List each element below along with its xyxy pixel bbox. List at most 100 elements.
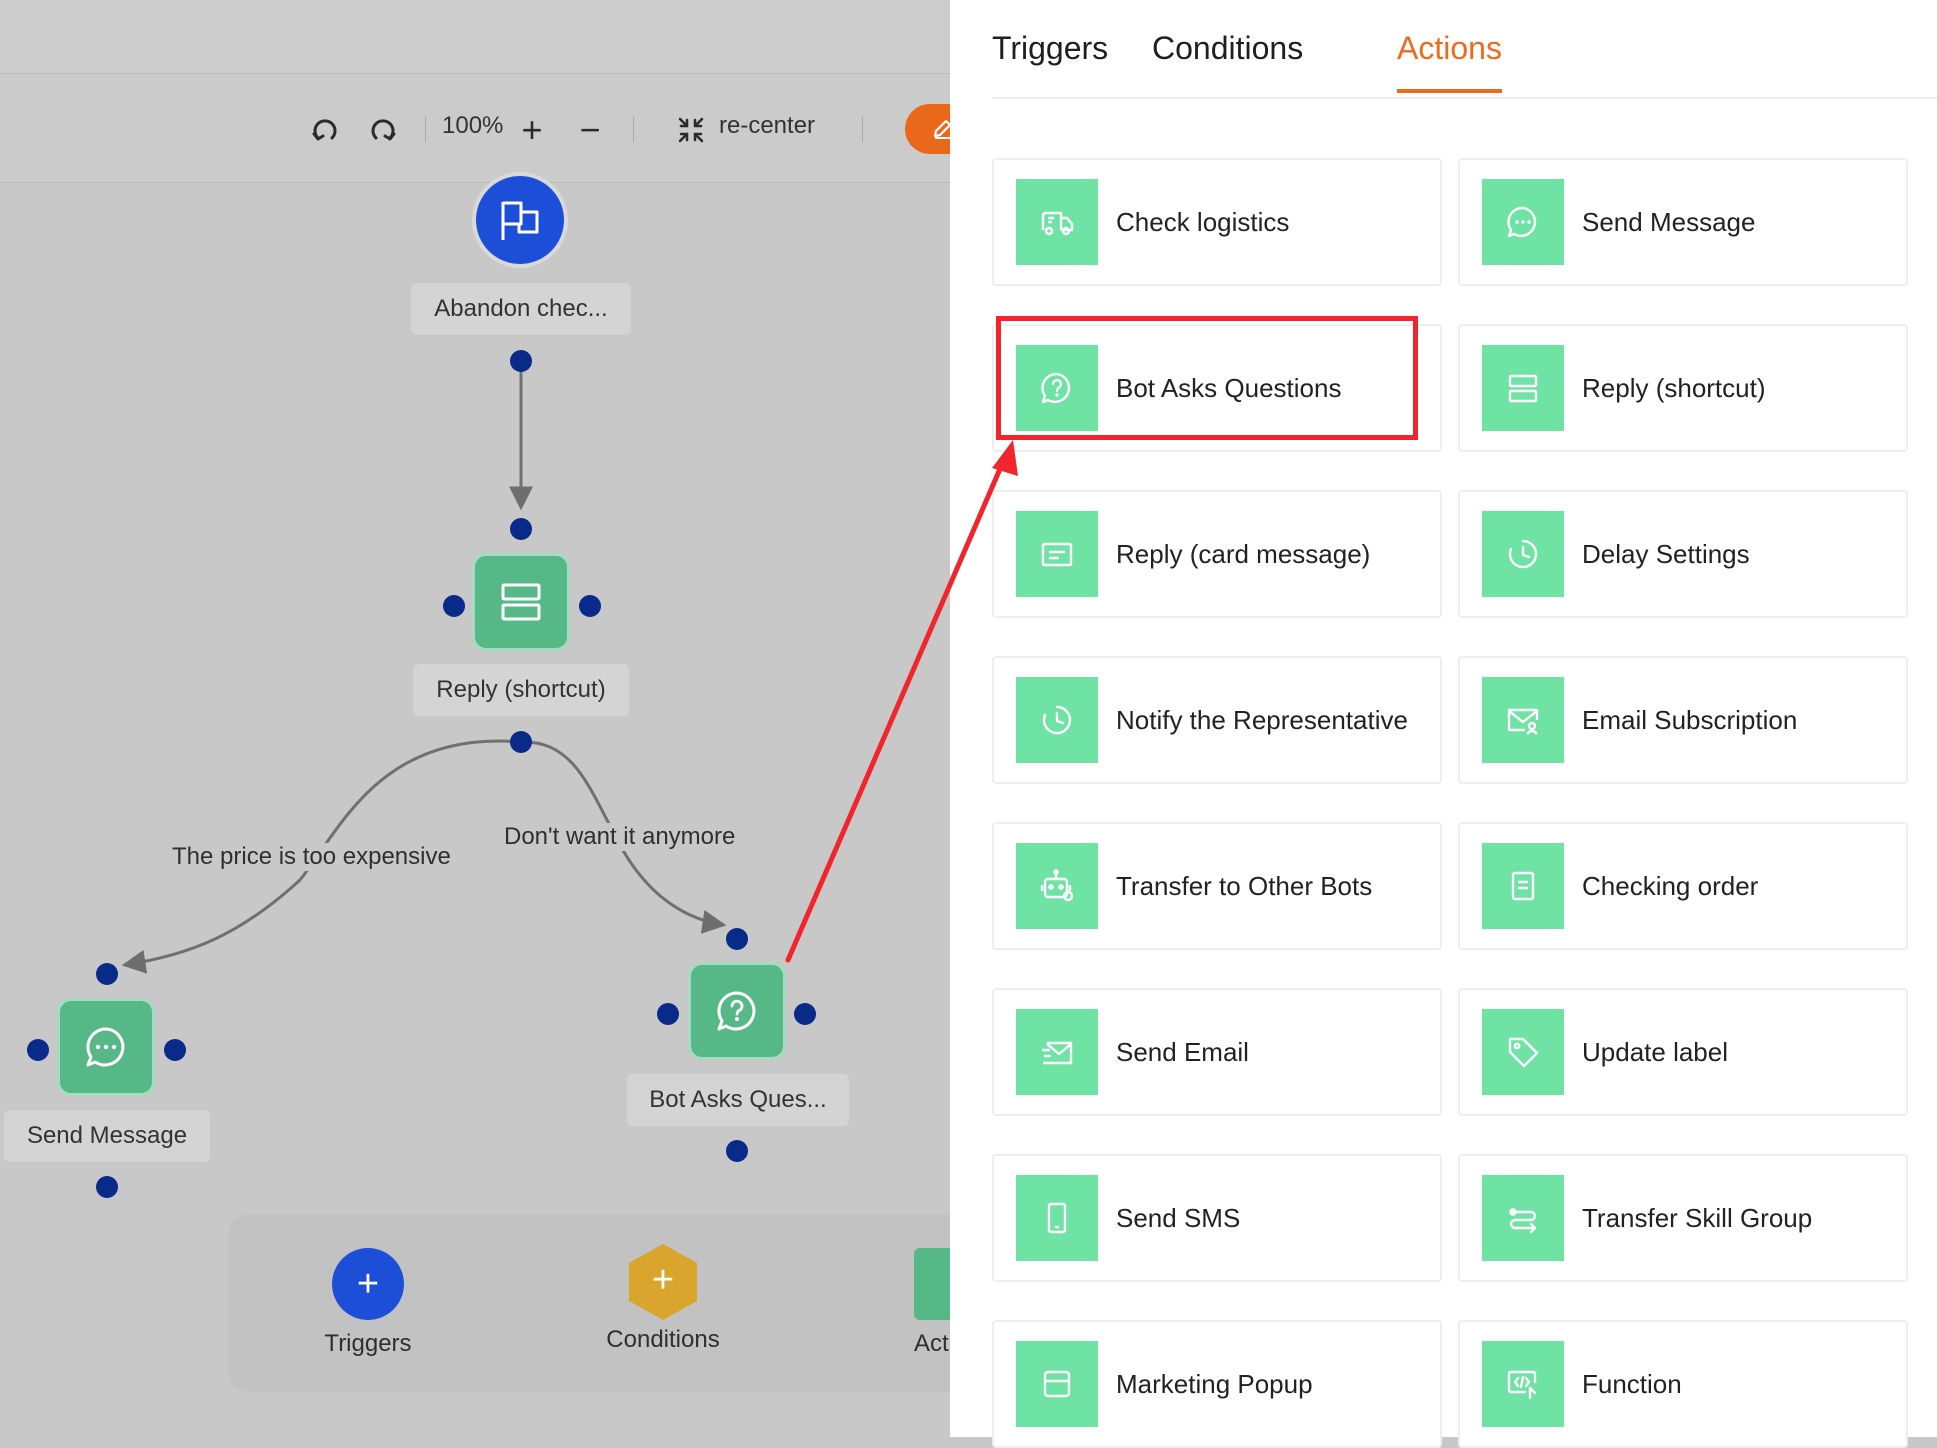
action-marketing-popup[interactable]: Marketing Popup	[992, 1320, 1442, 1448]
mail-user-icon	[1482, 677, 1564, 763]
port-bottom[interactable]	[510, 350, 532, 372]
action-label: Notify the Representative	[1116, 704, 1408, 735]
action-notify-representative[interactable]: Notify the Representative	[992, 656, 1442, 784]
port-top[interactable]	[726, 928, 748, 950]
action-label: Bot Asks Questions	[1116, 372, 1342, 403]
action-label: Reply (card message)	[1116, 538, 1371, 569]
action-send-message[interactable]: Send Message	[1458, 158, 1908, 286]
action-label: Reply (shortcut)	[1582, 372, 1766, 403]
action-send-sms[interactable]: Send SMS	[992, 1154, 1442, 1282]
undo-icon[interactable]	[308, 110, 342, 150]
action-label: Send SMS	[1116, 1202, 1241, 1233]
palette-triggers[interactable]: + Triggers	[318, 1248, 418, 1358]
port-right[interactable]	[794, 1003, 816, 1025]
palette-triggers-label: Triggers	[324, 1330, 412, 1357]
edge-label-price: The price is too expensive	[170, 843, 453, 871]
bot-node-label: Bot Asks Ques...	[627, 1074, 849, 1126]
pencil-icon	[933, 119, 950, 139]
toolbar-divider	[862, 116, 863, 142]
chat-bubble-icon	[1482, 179, 1564, 265]
action-update-label[interactable]: Update label	[1458, 988, 1908, 1116]
panel-tabs: Triggers Conditions Actions	[992, 0, 1937, 99]
clock-icon	[1482, 511, 1564, 597]
tab-conditions[interactable]: Conditions	[1152, 30, 1303, 89]
action-check-logistics[interactable]: Check logistics	[992, 158, 1442, 286]
port-bottom[interactable]	[510, 731, 532, 753]
action-label: Send Email	[1116, 1036, 1249, 1067]
action-email-subscription[interactable]: Email Subscription	[1458, 656, 1908, 784]
plus-icon: +	[332, 1248, 404, 1320]
action-send-email[interactable]: Send Email	[992, 988, 1442, 1116]
tab-triggers[interactable]: Triggers	[992, 30, 1108, 89]
action-reply-card-message[interactable]: Reply (card message)	[992, 490, 1442, 618]
action-label: Delay Settings	[1582, 538, 1750, 569]
zoom-level: 100%	[442, 112, 504, 139]
action-delay-settings[interactable]: Delay Settings	[1458, 490, 1908, 618]
chat-bubble-icon	[86, 1027, 125, 1067]
recenter-icon[interactable]	[674, 110, 708, 150]
port-bottom[interactable]	[726, 1140, 748, 1162]
card-icon	[1016, 511, 1098, 597]
action-function[interactable]: Function	[1458, 1320, 1908, 1448]
reply-shortcut-node[interactable]	[472, 553, 570, 651]
port-bottom[interactable]	[96, 1176, 118, 1198]
palette-actions[interactable]: Act	[914, 1248, 950, 1358]
phone-icon	[1016, 1175, 1098, 1261]
robot-icon	[1016, 843, 1098, 929]
palette-actions-label: Act	[914, 1330, 949, 1357]
port-top[interactable]	[96, 963, 118, 985]
action-label: Checking order	[1582, 870, 1759, 901]
truck-icon	[1016, 179, 1098, 265]
zoom-in-button[interactable]: +	[514, 109, 550, 150]
popup-icon	[1016, 1341, 1098, 1427]
reply-node-label: Reply (shortcut)	[413, 664, 629, 716]
palette-conditions-label: Conditions	[606, 1326, 720, 1353]
recenter-button[interactable]: re-center	[719, 112, 815, 140]
port-right[interactable]	[164, 1039, 186, 1061]
port-right[interactable]	[579, 595, 601, 617]
action-bot-asks-questions[interactable]: Bot Asks Questions	[992, 324, 1442, 452]
action-label: Marketing Popup	[1116, 1368, 1313, 1399]
action-label: Transfer Skill Group	[1582, 1202, 1813, 1233]
action-label: Transfer to Other Bots	[1116, 870, 1373, 901]
document-icon	[1482, 843, 1564, 929]
tab-actions[interactable]: Actions	[1397, 30, 1502, 93]
send-message-node[interactable]	[57, 998, 155, 1096]
edge-label-dont-want: Don't want it anymore	[502, 823, 738, 851]
edit-button[interactable]	[905, 104, 950, 154]
action-reply-shortcut[interactable]: Reply (shortcut)	[1458, 324, 1908, 452]
node-library-panel: Triggers Conditions Actions Check logist…	[950, 0, 1937, 1448]
action-label: Send Message	[1582, 206, 1756, 237]
tag-icon	[1482, 1009, 1564, 1095]
transfer-icon	[1482, 1175, 1564, 1261]
port-left[interactable]	[657, 1003, 679, 1025]
action-label: Update label	[1582, 1036, 1728, 1067]
start-node-label: Abandon chec...	[411, 283, 631, 335]
zoom-out-button[interactable]: −	[572, 109, 608, 150]
bot-asks-questions-node[interactable]	[688, 962, 786, 1060]
port-top[interactable]	[510, 518, 532, 540]
action-transfer-other-bots[interactable]: Transfer to Other Bots	[992, 822, 1442, 950]
action-checking-order[interactable]: Checking order	[1458, 822, 1908, 950]
hexagon-plus-icon: +	[625, 1242, 701, 1320]
action-label: Check logistics	[1116, 206, 1290, 237]
flag-icon	[501, 201, 539, 240]
flow-canvas[interactable]: 100% + − re-center Abandon chec... Reply…	[0, 0, 950, 1437]
action-transfer-skill-group[interactable]: Transfer Skill Group	[1458, 1154, 1908, 1282]
send-node-label: Send Message	[4, 1110, 210, 1162]
port-left[interactable]	[443, 595, 465, 617]
layout-rows-icon	[501, 583, 541, 621]
send-mail-icon	[1016, 1009, 1098, 1095]
port-left[interactable]	[27, 1039, 49, 1061]
action-square-icon	[914, 1248, 950, 1320]
clock-icon	[1016, 677, 1098, 763]
question-icon	[717, 991, 756, 1031]
code-icon	[1482, 1341, 1564, 1427]
redo-icon[interactable]	[366, 110, 400, 150]
start-node[interactable]	[472, 172, 568, 268]
canvas-header	[0, 0, 950, 74]
layout-rows-icon	[1482, 345, 1564, 431]
toolbar-divider	[425, 116, 426, 142]
palette-conditions[interactable]: + Conditions	[596, 1242, 730, 1354]
action-label: Email Subscription	[1582, 704, 1798, 735]
